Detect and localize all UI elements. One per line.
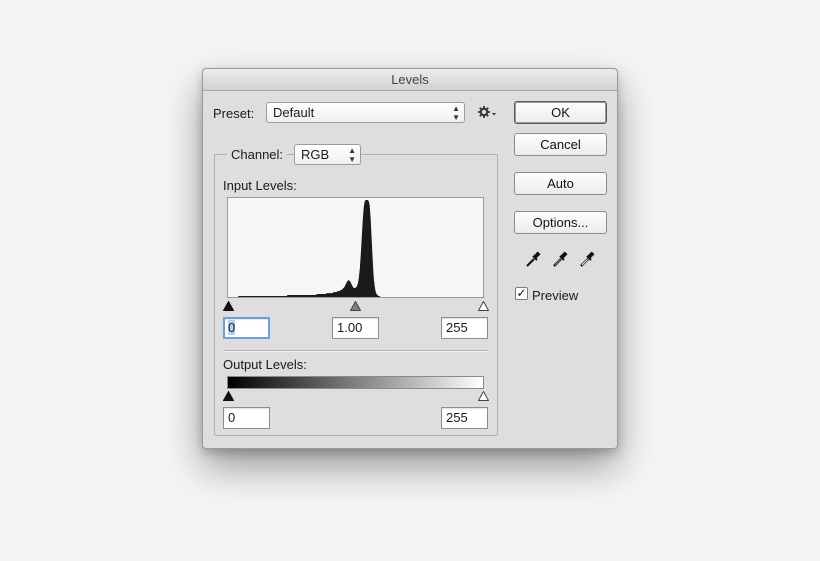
output-white-field[interactable]: 255 bbox=[441, 407, 488, 429]
preset-label: Preset: bbox=[213, 106, 255, 121]
levels-dialog: Levels Preset: Default ▲ ▼ OK Cancel Auto… bbox=[202, 68, 618, 449]
input-gamma-field[interactable]: 1.00 bbox=[332, 317, 379, 339]
popup-arrows-icon: ▲ ▼ bbox=[348, 146, 356, 164]
output-black-slider[interactable] bbox=[222, 389, 235, 401]
black-eyedropper-icon[interactable] bbox=[525, 250, 541, 268]
input-black-value: 0 bbox=[228, 320, 236, 335]
channel-value: RGB bbox=[301, 147, 330, 162]
channel-label: Channel: bbox=[231, 147, 284, 162]
input-white-field[interactable]: 255 bbox=[441, 317, 488, 339]
input-black-field[interactable]: 0 bbox=[223, 317, 270, 339]
output-white-slider[interactable] bbox=[477, 389, 490, 401]
window-title: Levels bbox=[203, 69, 617, 91]
histogram-area bbox=[228, 200, 483, 297]
cancel-button[interactable]: Cancel bbox=[514, 133, 607, 156]
preset-select[interactable]: Default ▲ ▼ bbox=[266, 102, 465, 123]
popup-arrows-icon: ▲ ▼ bbox=[452, 104, 460, 122]
input-white-slider[interactable] bbox=[477, 299, 490, 311]
ok-button[interactable]: OK bbox=[514, 101, 607, 124]
output-levels-label: Output Levels: bbox=[223, 357, 307, 372]
histogram-plot bbox=[228, 200, 483, 297]
gear-icon[interactable] bbox=[477, 104, 497, 120]
input-black-slider[interactable] bbox=[222, 299, 235, 311]
input-gamma-slider[interactable] bbox=[349, 299, 362, 311]
input-levels-label: Input Levels: bbox=[223, 178, 297, 193]
section-divider bbox=[224, 350, 488, 352]
channel-row: Channel: bbox=[227, 145, 288, 165]
histogram bbox=[227, 197, 484, 298]
auto-button[interactable]: Auto bbox=[514, 172, 607, 195]
options-button[interactable]: Options... bbox=[514, 211, 607, 234]
gray-eyedropper-icon[interactable] bbox=[552, 250, 568, 268]
channel-select[interactable]: RGB ▲ ▼ bbox=[294, 144, 361, 165]
output-black-field[interactable]: 0 bbox=[223, 407, 270, 429]
preview-label: Preview bbox=[532, 288, 579, 303]
white-eyedropper-icon[interactable] bbox=[579, 250, 595, 268]
output-gradient-bar bbox=[227, 376, 484, 389]
preset-value: Default bbox=[273, 105, 315, 120]
preview-checkbox[interactable]: ✓ bbox=[515, 287, 528, 300]
